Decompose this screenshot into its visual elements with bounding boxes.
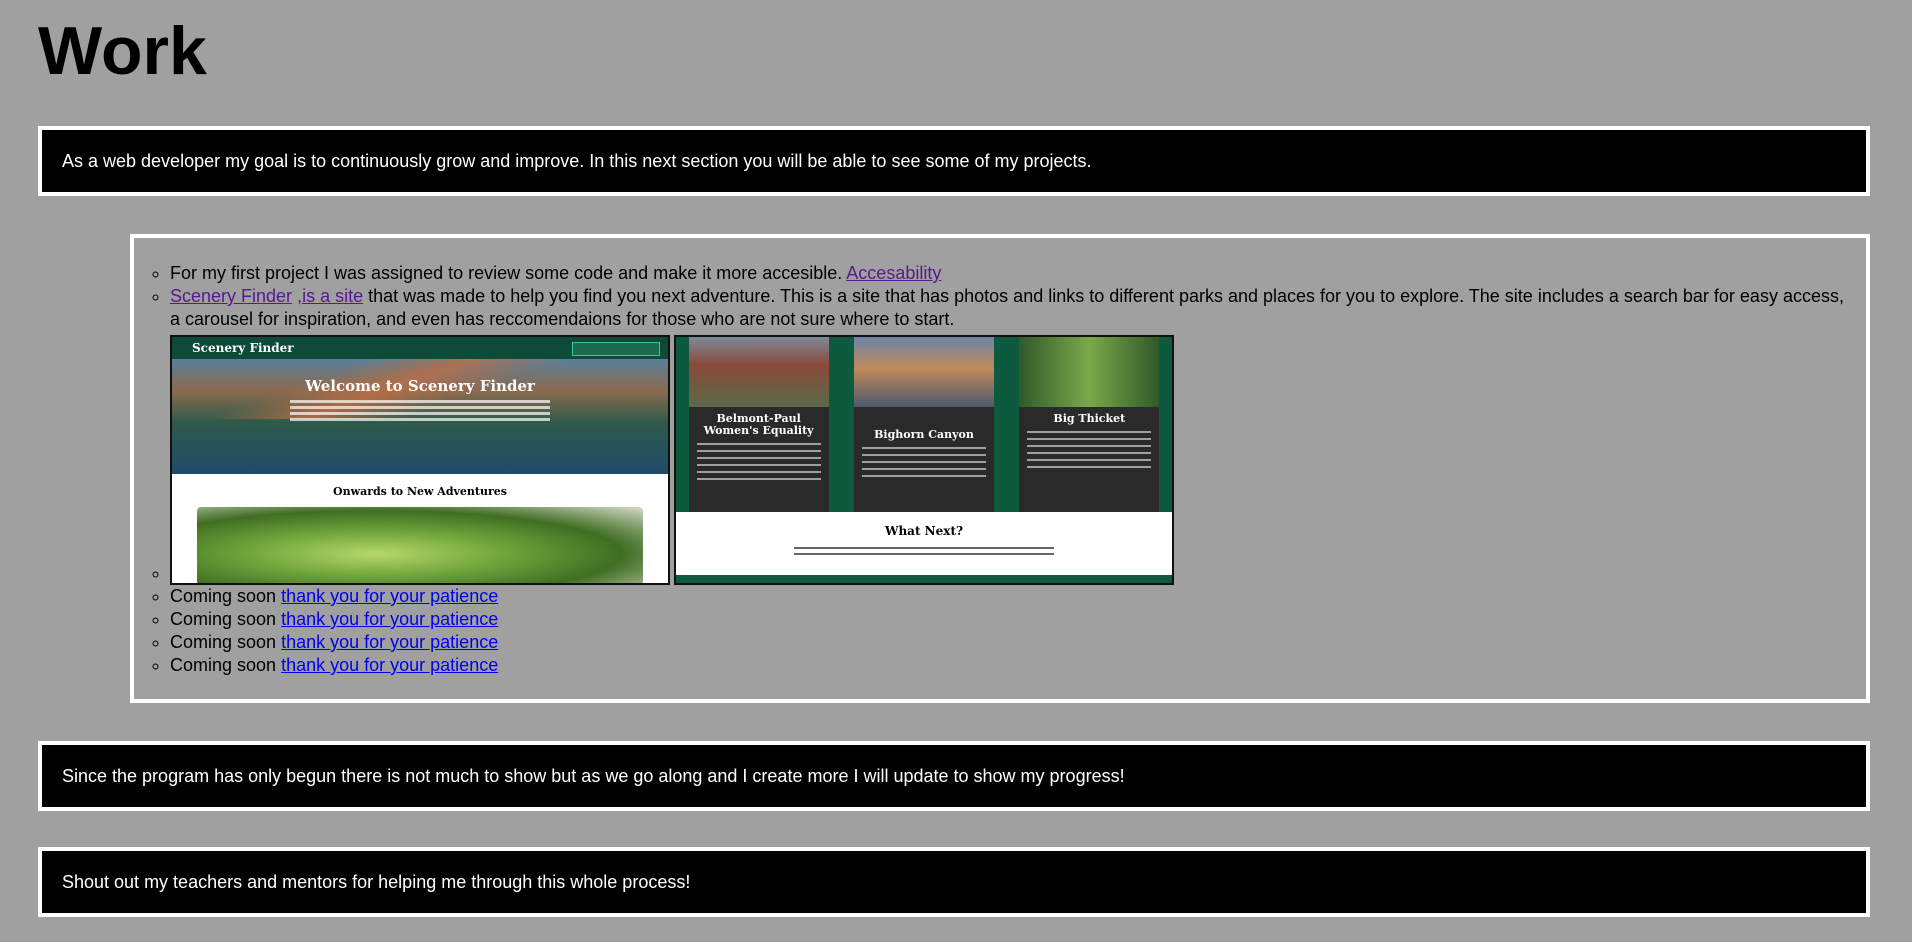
- screenshot-navbar: Scenery Finder: [172, 337, 668, 359]
- list-item: Coming soon thank you for your patience: [170, 585, 1848, 608]
- list-item: For my first project I was assigned to r…: [170, 262, 1848, 285]
- park-card: Belmont-Paul Women's Equality: [688, 337, 829, 512]
- park-image: [1019, 337, 1160, 407]
- patience-link[interactable]: thank you for your patience: [281, 609, 498, 629]
- park-title: Big Thicket: [1053, 412, 1126, 425]
- park-card: Big Thicket: [1019, 337, 1160, 512]
- project2-text: that was made to help you find you next …: [170, 286, 1844, 329]
- carousel-image: [197, 507, 643, 583]
- screenshot-body-text: [290, 400, 550, 421]
- park-title: Belmont-Paul Women's Equality: [703, 412, 814, 437]
- list-item: Scenery Finder ,is a site that was made …: [170, 285, 1848, 331]
- screenshot-footer: [676, 575, 1172, 583]
- what-next-text: [676, 546, 1172, 555]
- accesability-link[interactable]: Accesability: [846, 263, 941, 283]
- coming-soon-text: Coming soon: [170, 655, 277, 675]
- scenery-finder-link[interactable]: Scenery Finder: [170, 286, 292, 306]
- page-container: Work As a web developer my goal is to co…: [38, 0, 1870, 917]
- closing-text: Since the program has only begun there i…: [62, 765, 1125, 786]
- screenshot-heading: Welcome to Scenery Finder: [305, 377, 535, 395]
- intro-box: As a web developer my goal is to continu…: [38, 126, 1870, 196]
- patience-link[interactable]: thank you for your patience: [281, 632, 498, 652]
- is-a-site-link[interactable]: ,is a site: [297, 286, 363, 306]
- list-item: Scenery Finder Welcome to Scenery Finder…: [170, 331, 1848, 585]
- park-image: [853, 337, 994, 407]
- list-item: Coming soon thank you for your patience: [170, 608, 1848, 631]
- shout-out-box: Shout out my teachers and mentors for he…: [38, 847, 1870, 917]
- park-image: [688, 337, 829, 407]
- screenshot-search-bar: [572, 342, 660, 356]
- what-next-section: What Next?: [676, 511, 1172, 576]
- coming-soon-text: Coming soon: [170, 609, 277, 629]
- scenery-finder-screenshot-home[interactable]: Scenery Finder Welcome to Scenery Finder…: [170, 335, 670, 585]
- patience-link[interactable]: thank you for your patience: [281, 655, 498, 675]
- scenery-finder-screenshot-parks[interactable]: Belmont-Paul Women's Equality Bighorn Ca…: [674, 335, 1174, 585]
- park-card: Bighorn Canyon: [853, 337, 994, 512]
- park-description: [1027, 431, 1152, 468]
- coming-soon-text: Coming soon: [170, 632, 277, 652]
- screenshot-app-name: Scenery Finder: [192, 340, 294, 355]
- park-title: Bighorn Canyon: [874, 428, 974, 441]
- park-cards: Belmont-Paul Women's Equality Bighorn Ca…: [676, 337, 1172, 512]
- closing-box: Since the program has only begun there i…: [38, 741, 1870, 811]
- what-next-heading: What Next?: [884, 523, 964, 538]
- page-title: Work: [38, 13, 207, 89]
- list-item: Coming soon thank you for your patience: [170, 631, 1848, 654]
- project1-text: For my first project I was assigned to r…: [170, 263, 843, 283]
- projects-box: For my first project I was assigned to r…: [130, 234, 1870, 703]
- list-item: Coming soon thank you for your patience: [170, 654, 1848, 677]
- coming-soon-text: Coming soon: [170, 586, 277, 606]
- patience-link[interactable]: thank you for your patience: [281, 586, 498, 606]
- screenshot-subheading: Onwards to New Adventures: [333, 485, 507, 498]
- park-description: [696, 443, 821, 480]
- intro-text: As a web developer my goal is to continu…: [62, 150, 1092, 171]
- shout-out-text: Shout out my teachers and mentors for he…: [62, 871, 691, 892]
- projects-list: For my first project I was assigned to r…: [152, 262, 1848, 677]
- park-description: [861, 447, 986, 477]
- project-screenshots: Scenery Finder Welcome to Scenery Finder…: [170, 335, 1174, 585]
- screenshot-hero: Welcome to Scenery Finder: [172, 359, 668, 474]
